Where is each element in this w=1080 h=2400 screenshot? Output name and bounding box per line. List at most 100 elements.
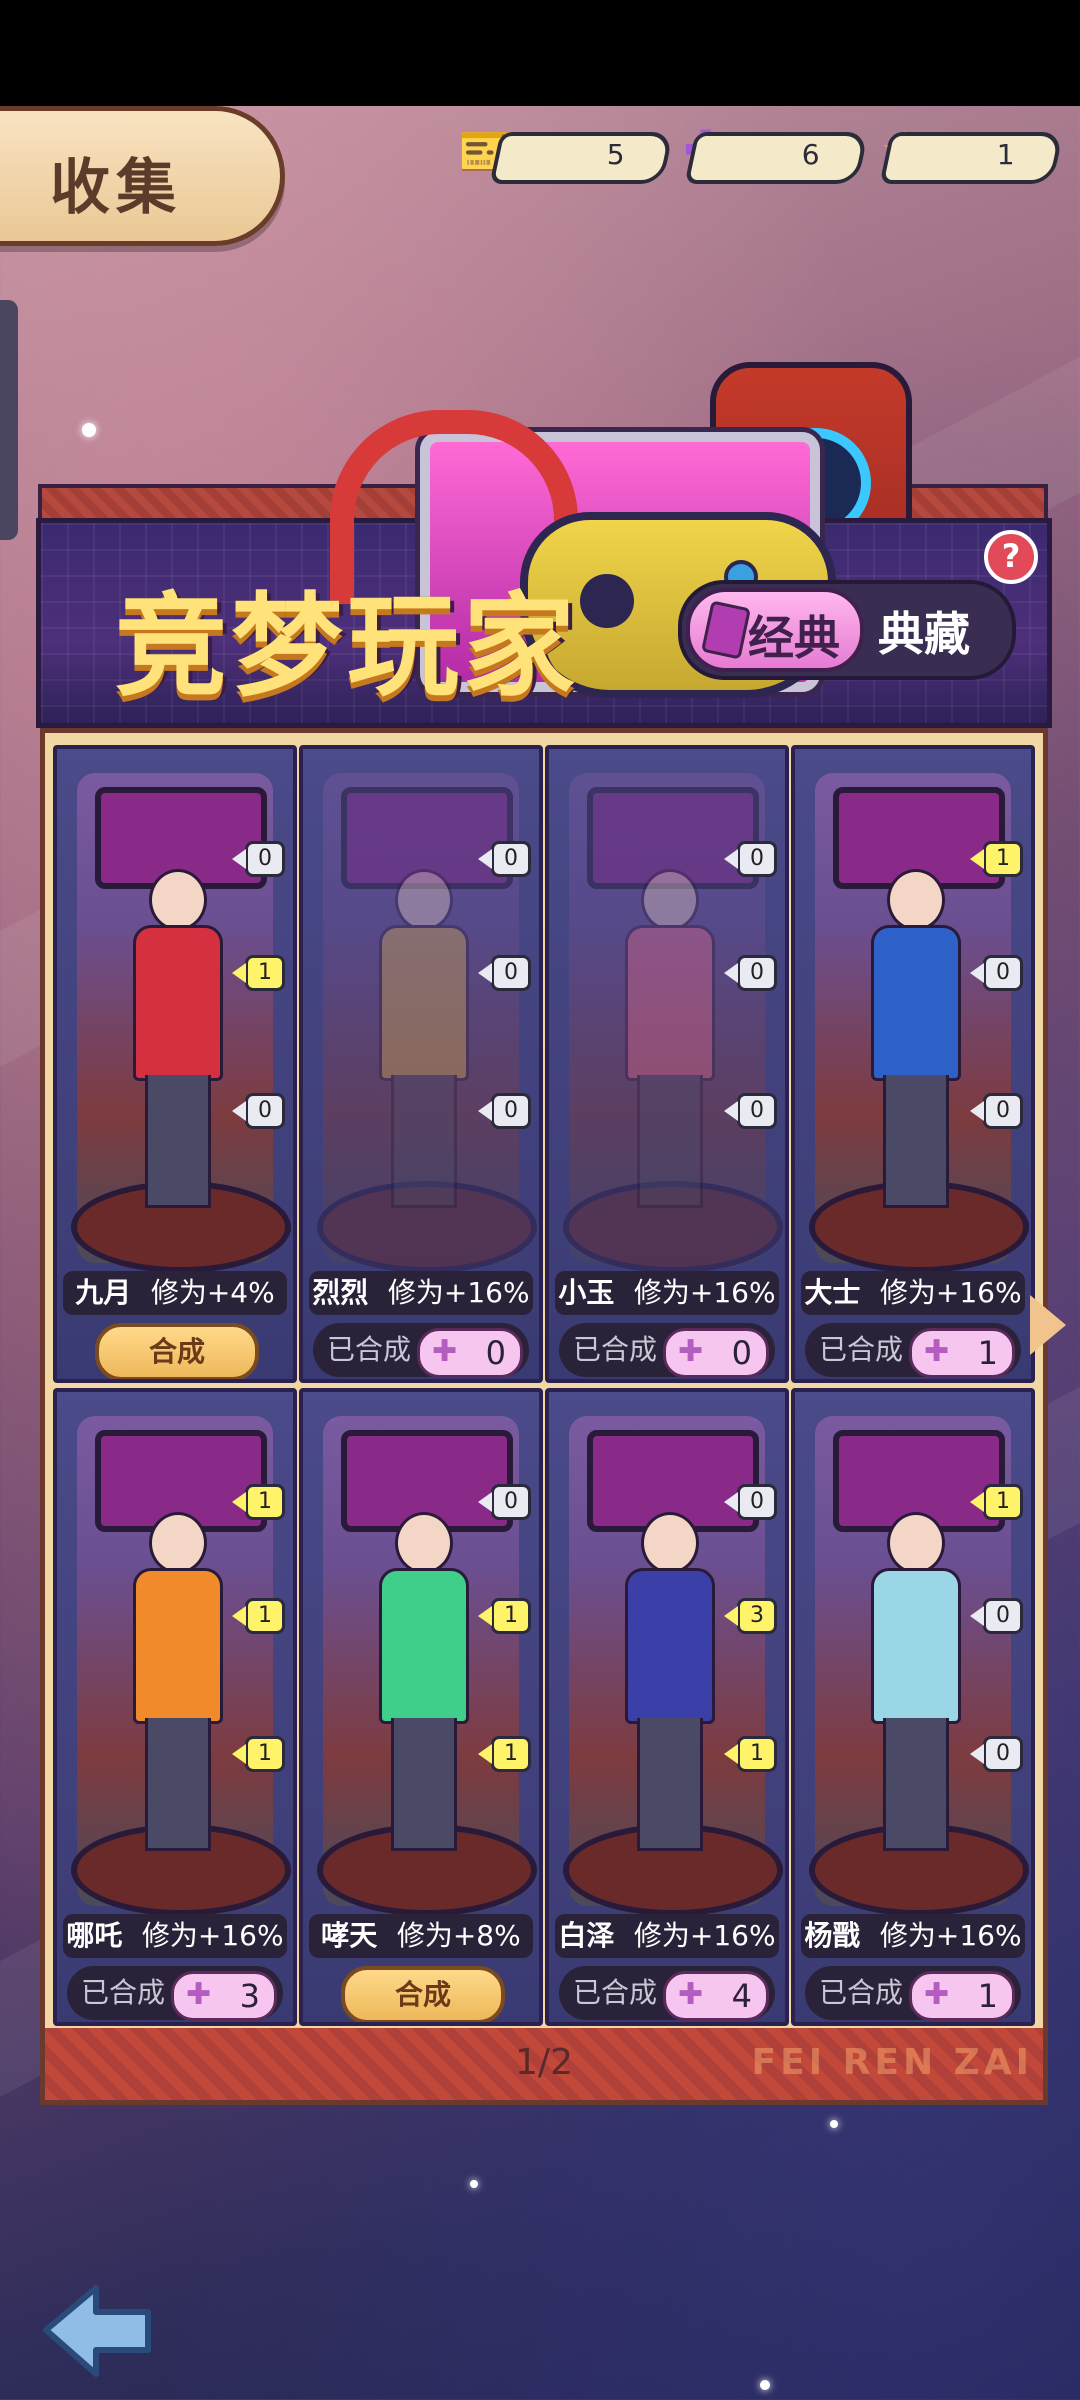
crafted-status: 已合成 ✚ 1 [805, 1323, 1021, 1378]
part-count-badge: 0 [724, 1484, 777, 1520]
currency-ticket: 5 [489, 132, 674, 184]
part-count-badge: 0 [478, 955, 531, 991]
craft-button[interactable]: 合成 [341, 1966, 505, 2022]
character-card[interactable]: 0 1 1 哮天 修为+8% 合成 [299, 1388, 543, 2026]
side-drawer-handle[interactable] [0, 300, 18, 540]
part-count-badge: 1 [970, 841, 1023, 877]
bg-star [470, 2180, 478, 2188]
tab-collection[interactable]: 典藏 [878, 598, 970, 664]
page-title: 收集 [50, 153, 182, 223]
character-name: 哪吒 [66, 1919, 123, 1952]
part-count-badge: 1 [232, 955, 285, 991]
part-count-badge: 0 [232, 841, 285, 877]
fragment-value: 0 [731, 1334, 752, 1372]
bg-star [760, 2380, 770, 2390]
grid-footer: 1/2 FEI REN ZAI [40, 2028, 1048, 2105]
tab-classic[interactable]: 经典 [686, 588, 864, 672]
edition-switch: 经典 典藏 [678, 580, 1016, 680]
fragment-count: ✚ 4 [663, 1971, 769, 2021]
puzzle-piece-icon: ✚ [432, 1334, 458, 1369]
crafted-status: 已合成 ✚ 0 [559, 1323, 775, 1378]
character-card[interactable]: 0 0 0 小玉 修为+16% 已合成 ✚ 0 [545, 745, 789, 1383]
part-count-badge: 1 [232, 1484, 285, 1520]
character-name-bar: 烈烈 修为+16% [309, 1271, 533, 1315]
part-count-badge: 0 [232, 1093, 285, 1129]
help-button[interactable]: ? [984, 530, 1038, 584]
next-page-arrow[interactable] [1030, 1295, 1066, 1355]
currency-value: 5 [606, 138, 625, 171]
character-name-bar: 白泽 修为+16% [555, 1914, 779, 1958]
character-bonus: 修为+16% [141, 1919, 284, 1952]
part-count-badge: 1 [232, 1598, 285, 1634]
crafted-status: 已合成 ✚ 0 [313, 1323, 529, 1378]
fragment-value: 3 [239, 1977, 260, 2015]
character-bonus: 修为+16% [387, 1276, 530, 1309]
character-card[interactable]: 0 0 0 烈烈 修为+16% 已合成 ✚ 0 [299, 745, 543, 1383]
character-name: 杨戬 [804, 1919, 861, 1952]
fragment-value: 0 [485, 1334, 506, 1372]
card-grid: 0 1 0 九月 修为+4% 合成 0 0 0 烈烈 修为+16% 已合成 ✚ 0 0 0 0 小玉… [40, 728, 1048, 2038]
character-figure [361, 829, 481, 1209]
fragment-value: 1 [977, 1977, 998, 2015]
character-card[interactable]: 1 0 0 大士 修为+16% 已合成 ✚ 1 [791, 745, 1035, 1383]
character-name: 烈烈 [312, 1276, 369, 1309]
character-bonus: 修为+16% [633, 1276, 776, 1309]
currency-star: 1 [879, 132, 1064, 184]
fragment-count: ✚ 1 [909, 1971, 1015, 2021]
puzzle-piece-icon: ✚ [678, 1977, 704, 2012]
part-count-badge: 1 [478, 1736, 531, 1772]
character-name-bar: 哮天 修为+8% [309, 1914, 533, 1958]
character-name: 大士 [804, 1276, 861, 1309]
crafted-label: 已合成 [819, 1976, 904, 2009]
crafted-label: 已合成 [81, 1976, 166, 2009]
puzzle-piece-icon: ✚ [924, 1334, 950, 1369]
character-name-bar: 哪吒 修为+16% [63, 1914, 287, 1958]
currency-value: 1 [996, 138, 1015, 171]
character-card[interactable]: 1 1 1 哪吒 修为+16% 已合成 ✚ 3 [53, 1388, 297, 2026]
character-bonus: 修为+16% [879, 1919, 1022, 1952]
currency-value: 6 [801, 138, 820, 171]
fragment-count: ✚ 3 [171, 1971, 277, 2021]
part-count-badge: 1 [970, 1484, 1023, 1520]
series-title: 竞梦玩家 [115, 582, 579, 712]
crafted-label: 已合成 [573, 1976, 658, 2009]
character-card[interactable]: 1 0 0 杨戬 修为+16% 已合成 ✚ 1 [791, 1388, 1035, 2026]
bg-star [82, 423, 96, 437]
puzzle-piece-icon: ✚ [186, 1977, 212, 2012]
bg-star [830, 2120, 838, 2128]
character-name: 白泽 [558, 1919, 615, 1952]
character-card[interactable]: 0 3 1 白泽 修为+16% 已合成 ✚ 4 [545, 1388, 789, 2026]
character-name: 小玉 [558, 1276, 615, 1309]
part-count-badge: 0 [478, 1093, 531, 1129]
part-count-badge: 0 [478, 841, 531, 877]
part-count-badge: 0 [724, 1093, 777, 1129]
character-figure [607, 829, 727, 1209]
fragment-value: 1 [977, 1334, 998, 1372]
puzzle-piece-icon: ✚ [924, 1977, 950, 2012]
character-bonus: 修为+4% [150, 1276, 275, 1309]
puzzle-piece-icon: ✚ [678, 1334, 704, 1369]
character-figure [115, 829, 235, 1209]
collect-tab: 收集 [0, 106, 285, 246]
tab-label: 经典 [748, 611, 840, 665]
currency-puzzle: 6 [684, 132, 869, 184]
craft-button[interactable]: 合成 [95, 1323, 259, 1379]
fragment-value: 4 [731, 1977, 752, 2015]
book-icon [701, 600, 751, 660]
character-card[interactable]: 0 1 0 九月 修为+4% 合成 [53, 745, 297, 1383]
character-figure [115, 1472, 235, 1852]
part-count-badge: 3 [724, 1598, 777, 1634]
part-count-badge: 0 [970, 1093, 1023, 1129]
fragment-count: ✚ 0 [663, 1328, 769, 1378]
part-count-badge: 1 [232, 1736, 285, 1772]
crafted-status: 已合成 ✚ 1 [805, 1966, 1021, 2021]
character-bonus: 修为+16% [633, 1919, 776, 1952]
character-name-bar: 大士 修为+16% [801, 1271, 1025, 1315]
character-name-bar: 九月 修为+4% [63, 1271, 287, 1315]
character-name: 哮天 [321, 1919, 378, 1952]
character-bonus: 修为+8% [396, 1919, 521, 1952]
character-figure [361, 1472, 481, 1852]
character-figure [607, 1472, 727, 1852]
crafted-label: 已合成 [327, 1333, 412, 1366]
back-arrow-icon[interactable] [36, 2280, 156, 2380]
